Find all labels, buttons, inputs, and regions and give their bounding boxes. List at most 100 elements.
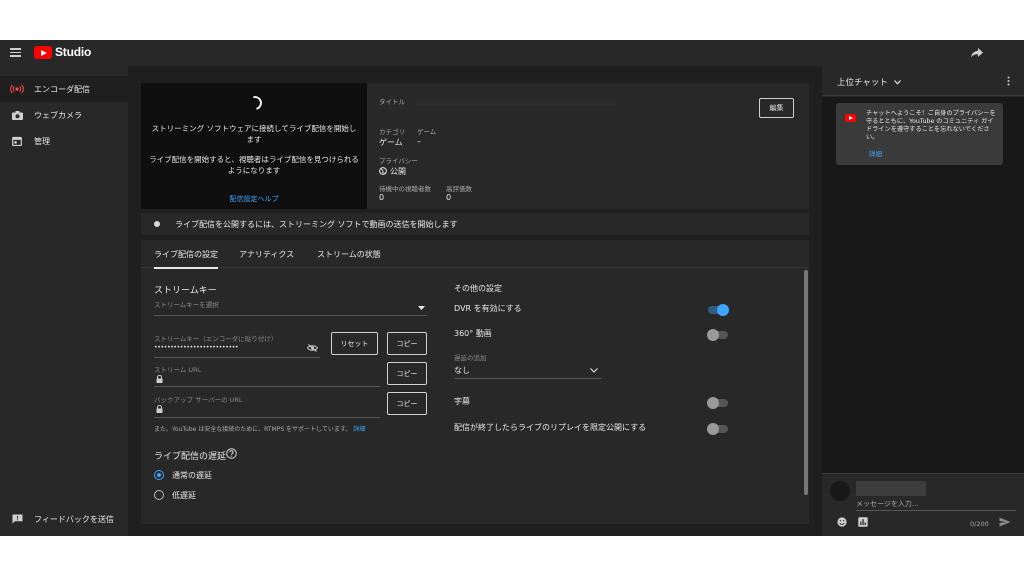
category-value: ゲーム	[379, 138, 403, 147]
youtube-logo-icon[interactable]	[34, 46, 52, 59]
sidebar-item-feedback[interactable]: フィードバックを送信	[0, 506, 128, 532]
sidebar-item-encoder[interactable]: エンコーダ配信	[0, 76, 128, 102]
copy-key-button[interactable]: コピー	[387, 332, 427, 355]
chat-composer: メッセージを入力... 0/200	[822, 473, 1024, 536]
preview-discover-text: ライブ配信を開始すると、視聴者はライブ配信を見つけられるようになります	[149, 155, 359, 175]
delay-select-underline	[454, 378, 602, 379]
preview-connect-text: ストリーミング ソフトウェアに接続してライブ配信を開始します	[151, 124, 357, 144]
latency-low-label: 低遅延	[172, 491, 196, 500]
chevron-down-icon	[893, 80, 901, 85]
stream-key-select-label: ストリームキーを選択	[154, 301, 219, 309]
stream-key-select[interactable]	[154, 315, 427, 316]
main-content: ストリーミング ソフトウェアに接続してライブ配信を開始します ライブ配信を開始す…	[128, 66, 822, 536]
copy-backup-url-button[interactable]: コピー	[387, 392, 427, 415]
dvr-toggle[interactable]	[708, 304, 729, 316]
visibility-off-icon[interactable]	[307, 344, 318, 352]
privacy-label: プライバシー	[379, 157, 418, 165]
copy-url-button[interactable]: コピー	[387, 362, 427, 385]
tab-stream-health[interactable]: ストリームの状態	[317, 240, 381, 268]
captions-toggle[interactable]	[707, 397, 728, 409]
settings-help-link[interactable]: 配信設定ヘルプ	[141, 194, 367, 204]
sidebar-item-label: 管理	[34, 136, 50, 146]
feedback-icon	[0, 514, 34, 524]
latency-normal-radio[interactable]	[154, 470, 164, 480]
title-label: タイトル	[379, 98, 405, 106]
sidebar: エンコーダ配信 ウェブカメラ 管理 フィードバックを送信	[0, 66, 128, 536]
title-value	[416, 100, 616, 106]
chat-message-input[interactable]: メッセージを入力...	[856, 499, 1016, 511]
latency-low-radio[interactable]	[154, 490, 164, 500]
sidebar-item-label: ウェブカメラ	[34, 110, 82, 120]
chat-details-link[interactable]: 詳細	[869, 148, 882, 158]
rtmps-details-link[interactable]: 詳細	[353, 426, 365, 433]
camera-icon	[0, 110, 34, 120]
chat-welcome-text: チャットへようこそ！ご自身のプライバシーを守るとともに、YouTube のコミュ…	[866, 110, 996, 141]
chat-panel: 上位チャット チャットへようこそ！ご自身のプライバシーを守るとともに、YouTu…	[822, 66, 1024, 536]
stream-key-underline	[154, 357, 320, 358]
lock-icon	[156, 405, 163, 413]
chat-header: 上位チャット	[822, 66, 1024, 96]
delay-label: 遅延の追加	[454, 354, 487, 362]
rtmps-note-text: また、YouTube は安全な接続のために、RTMPS をサポートしています。	[154, 426, 352, 433]
tab-stream-settings[interactable]: ライブ配信の設定	[154, 240, 218, 269]
chat-welcome-card: チャットへようこそ！ご自身のプライバシーを守るとともに、YouTube のコミュ…	[836, 103, 1003, 165]
help-icon[interactable]	[226, 448, 237, 459]
stream-info-panel: タイトル カテゴリ ゲーム ゲーム – プライバシー 公開 待機中の視聴者数 高…	[367, 83, 809, 209]
chat-mode-select[interactable]: 上位チャット	[837, 76, 901, 88]
emoji-icon[interactable]	[837, 517, 847, 527]
live-broadcast-icon	[0, 84, 34, 94]
latency-title: ライブ配信の遅延	[154, 452, 227, 462]
youtube-logo-icon	[845, 114, 856, 122]
settings-scrollbar[interactable]	[804, 270, 808, 495]
status-text: ライブ配信を公開するには、ストリーミング ソフトで動画の送信を開始します	[175, 219, 458, 229]
app-name: Studio	[55, 45, 92, 59]
stream-key-value[interactable]: ••••••••••••••••••••••••••	[154, 344, 239, 351]
tab-analytics[interactable]: アナリティクス	[239, 240, 294, 268]
vr360-label: 360° 動画	[454, 329, 492, 338]
unlisted-replay-toggle[interactable]	[707, 423, 728, 435]
more-vert-icon[interactable]	[1007, 76, 1010, 86]
toggle-knob	[707, 423, 719, 435]
stream-url-label: ストリーム URL	[154, 366, 202, 374]
latency-normal-label: 通常の遅延	[172, 471, 212, 480]
stream-url-underline	[154, 386, 380, 387]
menu-icon[interactable]	[10, 48, 21, 57]
other-settings-title: その他の設定	[454, 284, 502, 293]
backup-url-underline	[154, 417, 380, 418]
likes-label: 高評価数	[446, 185, 472, 193]
studio-app: Studio エンコーダ配信 ウェブカメラ 管理 フィードバックを送信 ストリー…	[0, 40, 1024, 536]
sidebar-item-label: エンコーダ配信	[34, 84, 90, 94]
backup-url-label: バックアップ サーバーの URL	[154, 396, 243, 404]
top-bar: Studio	[0, 40, 1024, 66]
reset-button[interactable]: リセット	[331, 332, 378, 355]
captions-label: 字幕	[454, 397, 470, 406]
edit-button[interactable]: 編集	[759, 98, 794, 118]
game-label: ゲーム	[417, 128, 437, 136]
toggle-knob	[717, 304, 729, 316]
calendar-icon	[0, 136, 34, 146]
share-icon[interactable]	[970, 47, 984, 59]
stream-key-title: ストリームキー	[154, 286, 217, 296]
dvr-label: DVR を有効にする	[454, 304, 522, 313]
stream-preview: ストリーミング ソフトウェアに接続してライブ配信を開始します ライブ配信を開始す…	[141, 83, 367, 209]
settings-tabs: ライブ配信の設定 アナリティクス ストリームの状態	[141, 240, 809, 269]
sidebar-item-webcam[interactable]: ウェブカメラ	[0, 102, 128, 128]
toggle-knob	[707, 329, 719, 341]
chevron-down-icon[interactable]	[590, 368, 598, 373]
vr360-toggle[interactable]	[707, 329, 728, 341]
delay-value[interactable]: なし	[454, 365, 470, 376]
unlisted-replay-label: 配信が終了したらライブのリプレイを限定公開にする	[454, 423, 647, 432]
globe-icon	[379, 167, 387, 175]
send-icon[interactable]	[999, 517, 1011, 527]
poll-icon[interactable]	[858, 517, 868, 527]
stream-key-label: ストリームキー（エンコーダに貼り付け）	[154, 335, 278, 343]
dropdown-arrow-icon[interactable]	[418, 306, 425, 310]
chat-messages: チャットへようこそ！ご自身のプライバシーを守るとともに、YouTube のコミュ…	[822, 97, 1024, 473]
sidebar-item-manage[interactable]: 管理	[0, 128, 128, 154]
likes-value: 0	[446, 193, 452, 202]
character-counter: 0/200	[970, 520, 989, 528]
sidebar-item-label: フィードバックを送信	[34, 514, 114, 524]
chat-title: 上位チャット	[837, 78, 888, 88]
game-value: –	[417, 137, 421, 146]
settings-panel: ライブ配信の設定 アナリティクス ストリームの状態 ストリームキー ストリームキ…	[141, 240, 809, 524]
